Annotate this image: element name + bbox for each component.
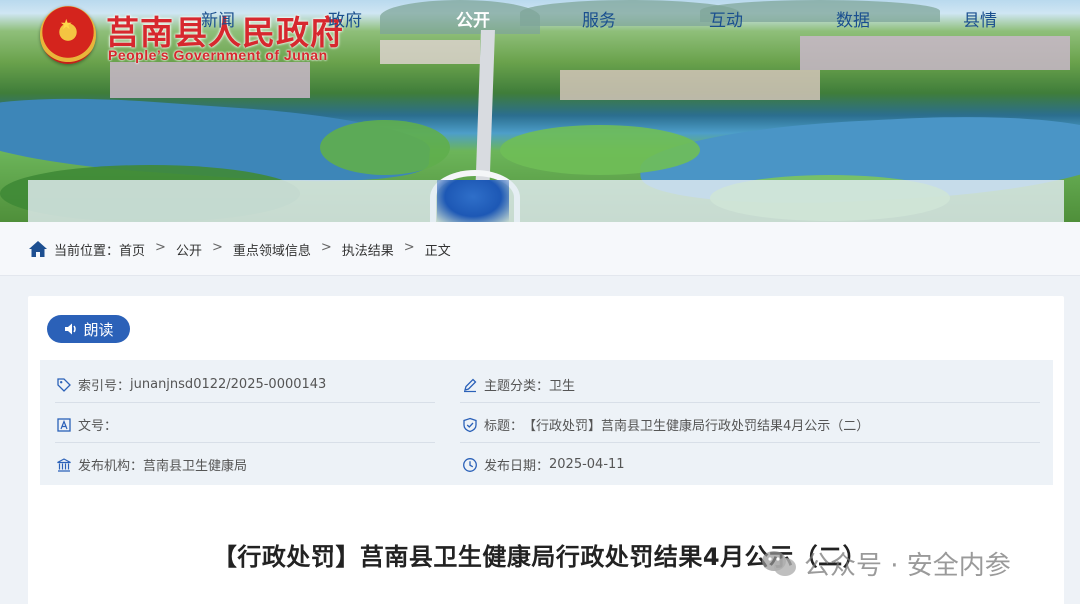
breadcrumb-home-link[interactable]: 首页 xyxy=(119,240,145,259)
breadcrumb: 当前位置： 首页 > 公开 > 重点领域信息 > 执法结果 > 正文 xyxy=(54,240,451,259)
tag-icon xyxy=(57,377,71,392)
topic-value: 卫生 xyxy=(549,379,576,394)
site-subtitle: People’s Government of Junan xyxy=(108,47,328,63)
read-aloud-button[interactable]: 朗读 xyxy=(47,315,130,343)
breadcrumb-key-areas-link[interactable]: 重点领域信息 xyxy=(233,240,311,259)
nav-item-news[interactable]: 新闻 xyxy=(201,0,235,42)
wechat-icon xyxy=(762,550,796,576)
document-number-icon xyxy=(57,417,71,432)
wechat-watermark: 公众号 · 安全内参 xyxy=(760,545,1011,582)
index-number: junanjnsd0122/2025-0000143 xyxy=(130,377,327,392)
publish-date-value: 2025-04-11 xyxy=(549,457,625,472)
read-aloud-label: 朗读 xyxy=(83,320,114,339)
shield-check-icon xyxy=(463,417,477,432)
meta-publisher: 发布机构： 莒南县卫生健康局 xyxy=(56,455,247,474)
meta-date: 发布日期： 2025-04-11 xyxy=(462,455,625,474)
watermark-text: 公众号 · 安全内参 xyxy=(804,551,1011,581)
nav-item-service[interactable]: 服务 xyxy=(582,0,616,42)
breadcrumb-open-link[interactable]: 公开 xyxy=(176,240,202,259)
breadcrumb-current: 正文 xyxy=(424,244,451,259)
nav-item-interaction[interactable]: 互动 xyxy=(709,0,743,42)
nav-item-open[interactable]: 公开 xyxy=(456,0,490,42)
institution-icon xyxy=(57,457,71,472)
meta-index: 索引号： junanjnsd0122/2025-0000143 xyxy=(56,375,326,394)
meta-topic: 主题分类： 卫生 xyxy=(462,375,575,394)
nav-item-county-info[interactable]: 县情 xyxy=(963,0,997,42)
breadcrumb-prefix: 当前位置： xyxy=(54,244,120,259)
title-value: 【行政处罚】莒南县卫生健康局行政处罚结果4月公示（二） xyxy=(523,419,870,434)
meta-title: 标题： 【行政处罚】莒南县卫生健康局行政处罚结果4月公示（二） xyxy=(462,415,869,434)
nav-active-highlight xyxy=(437,180,509,222)
meta-doc-number: 文号： xyxy=(56,415,117,434)
main-nav xyxy=(28,180,1064,222)
breadcrumb-separator: > xyxy=(211,240,223,255)
breadcrumb-enforcement-link[interactable]: 执法结果 xyxy=(342,240,394,259)
clock-icon xyxy=(463,457,477,472)
breadcrumb-separator: > xyxy=(155,240,166,255)
speaker-icon xyxy=(65,323,77,335)
breadcrumb-separator: > xyxy=(320,240,332,255)
publisher-value: 莒南县卫生健康局 xyxy=(143,459,248,474)
national-emblem-logo: ★ xyxy=(40,6,96,64)
pencil-icon xyxy=(464,378,477,392)
breadcrumb-separator: > xyxy=(403,240,415,255)
home-icon xyxy=(29,241,47,257)
nav-item-data[interactable]: 数据 xyxy=(836,0,870,42)
nav-item-government[interactable]: 政府 xyxy=(328,0,362,42)
